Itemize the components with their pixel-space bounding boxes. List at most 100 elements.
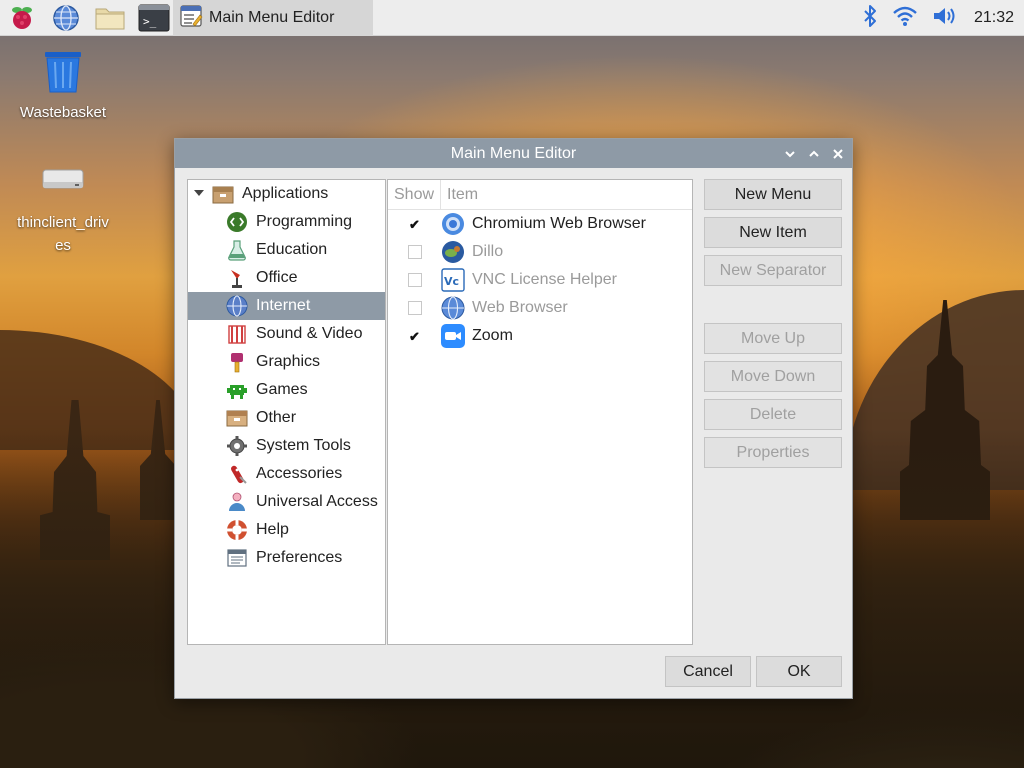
bluetooth-icon[interactable] (862, 4, 878, 32)
accessories-icon (226, 463, 248, 485)
window-titlebar[interactable]: Main Menu Editor (175, 139, 852, 168)
list-item[interactable]: Dillo (388, 238, 692, 266)
internet-icon (226, 295, 248, 317)
tree-item-sound-video[interactable]: Sound & Video (188, 320, 385, 348)
tree-item-graphics[interactable]: Graphics (188, 348, 385, 376)
tree-item-label: Universal Access (256, 493, 378, 510)
tree-item-label: Internet (256, 297, 311, 314)
list-item[interactable]: ✔ Zoom (388, 322, 692, 350)
tree-item-preferences[interactable]: Preferences (188, 544, 385, 572)
clock[interactable]: 21:32 (974, 9, 1014, 27)
expander-icon[interactable] (194, 185, 204, 203)
column-header-item[interactable]: Item (441, 186, 478, 204)
other-icon (226, 407, 248, 429)
tree-item-label: Graphics (256, 353, 321, 370)
tree-item-help[interactable]: Help (188, 516, 385, 544)
list-item-label: Dillo (472, 243, 504, 260)
move-up-button[interactable]: Move Up (704, 323, 842, 354)
tree-item-label: Education (256, 241, 328, 258)
tree-item-education[interactable]: Education (188, 236, 385, 264)
new-separator-button[interactable]: New Separator (704, 255, 842, 286)
preferences-icon (226, 547, 248, 569)
show-cell (388, 245, 441, 259)
desktop-icon-wastebasket[interactable]: Wastebasket (13, 50, 113, 121)
universal-access-icon (226, 491, 248, 513)
taskbar: >_ Main Menu Editor 21:32 (0, 0, 1024, 36)
window-title: Main Menu Editor (450, 144, 577, 162)
taskbar-task-label: Main Menu Editor (209, 9, 335, 26)
tree-item-label: Accessories (256, 465, 343, 482)
tree-item-other[interactable]: Other (188, 404, 385, 432)
desktop-icon-thinclient-drives[interactable]: thinclient_drives (13, 164, 113, 257)
list-item-label: Zoom (472, 327, 513, 344)
show-cell: ✔ (388, 329, 441, 343)
tree-item-label: Help (256, 521, 289, 538)
cancel-button[interactable]: Cancel (665, 656, 751, 687)
show-checkbox[interactable]: ✔ (407, 217, 422, 231)
window-controls (784, 139, 844, 168)
file-manager-icon[interactable] (94, 2, 126, 34)
tree-item-universal-access[interactable]: Universal Access (188, 488, 385, 516)
new-item-button[interactable]: New Item (704, 217, 842, 248)
show-cell (388, 273, 441, 287)
menu-item-list: Show Item ✔ Chromium Web Browser Dillo Vc VN… (387, 179, 693, 645)
drive-icon (13, 164, 113, 201)
tree-root-label: Applications (242, 185, 329, 202)
tree-item-accessories[interactable]: Accessories (188, 460, 385, 488)
list-item[interactable]: ✔ Chromium Web Browser (388, 210, 692, 238)
show-checkbox[interactable] (407, 301, 422, 315)
sound-video-icon (226, 323, 248, 345)
tree-root-applications[interactable]: Applications (188, 180, 385, 208)
volume-icon[interactable] (932, 5, 960, 31)
desktop-icon-label: thinclient_drives (17, 214, 109, 254)
tree-item-system-tools[interactable]: System Tools (188, 432, 385, 460)
minimize-icon[interactable] (784, 148, 796, 160)
wifi-icon[interactable] (892, 5, 918, 31)
tree-item-label: Other (256, 409, 297, 426)
ok-button[interactable]: OK (756, 656, 842, 687)
system-tools-icon (226, 435, 248, 457)
tree-item-office[interactable]: Office (188, 264, 385, 292)
tree-items: Programming Education Office Internet Sound … (188, 208, 385, 572)
show-checkbox[interactable] (407, 245, 422, 259)
tree-item-label: System Tools (256, 437, 351, 454)
taskbar-task-main-menu-editor[interactable]: Main Menu Editor (173, 0, 373, 36)
raspberry-menu-icon[interactable] (6, 2, 38, 34)
zoom-icon (441, 324, 465, 348)
list-item[interactable]: Web Browser (388, 294, 692, 322)
tree-item-label: Office (256, 269, 298, 286)
properties-button[interactable]: Properties (704, 437, 842, 468)
applications-icon (212, 183, 234, 205)
close-icon[interactable] (832, 148, 844, 160)
list-item-label: Chromium Web Browser (472, 215, 646, 232)
web-browser-icon[interactable] (50, 2, 82, 34)
main-menu-editor-window: Main Menu Editor Applications Programmin… (174, 138, 853, 699)
terminal-icon[interactable]: >_ (138, 2, 170, 34)
column-header-show[interactable]: Show (388, 179, 441, 210)
maximize-icon[interactable] (808, 148, 820, 160)
graphics-icon (226, 351, 248, 373)
list-item-label: VNC License Helper (472, 271, 617, 288)
dillo-icon (441, 240, 465, 264)
tree-item-internet[interactable]: Internet (188, 292, 385, 320)
tree-item-games[interactable]: Games (188, 376, 385, 404)
games-icon (226, 379, 248, 401)
move-down-button[interactable]: Move Down (704, 361, 842, 392)
chromium-icon (441, 212, 465, 236)
vnc-icon: Vc (441, 268, 465, 292)
list-item-label: Web Browser (472, 299, 568, 316)
delete-button[interactable]: Delete (704, 399, 842, 430)
new-menu-button[interactable]: New Menu (704, 179, 842, 210)
show-checkbox[interactable]: ✔ (407, 329, 422, 343)
list-rows: ✔ Chromium Web Browser Dillo Vc VNC License … (388, 210, 692, 350)
svg-text:Vc: Vc (444, 275, 459, 288)
svg-text:>_: >_ (143, 15, 157, 28)
system-tray: 21:32 (862, 0, 1014, 36)
menu-tree: Applications Programming Education Office I… (187, 179, 386, 645)
web-browser-icon (441, 296, 465, 320)
tree-item-programming[interactable]: Programming (188, 208, 385, 236)
show-checkbox[interactable] (407, 273, 422, 287)
tree-item-label: Sound & Video (256, 325, 363, 342)
list-item[interactable]: Vc VNC License Helper (388, 266, 692, 294)
show-cell: ✔ (388, 217, 441, 231)
